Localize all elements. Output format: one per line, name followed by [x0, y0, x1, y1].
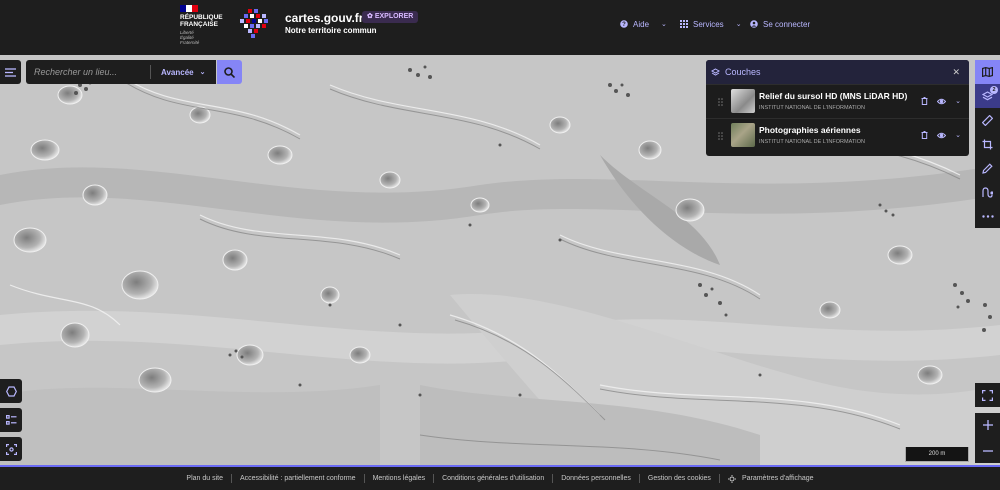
svg-text:?: ?	[622, 22, 626, 28]
layers-icon	[711, 67, 720, 76]
republic-motto: Liberté Égalité Fraternité	[180, 30, 200, 45]
layer-item[interactable]: Relief du sursol HD (MNS LiDAR HD) Insti…	[706, 84, 969, 118]
explorer-badge: ✿ EXPLORER	[362, 11, 419, 23]
map-icon	[982, 67, 993, 77]
footer-divider	[433, 474, 435, 483]
ruler-icon	[982, 114, 993, 126]
advanced-search-button[interactable]: Avancée ⌄	[161, 68, 206, 77]
right-toolbar: 2	[975, 60, 1000, 228]
territory-button[interactable]	[0, 379, 22, 403]
nav-services-button[interactable]: Services ⌄	[680, 18, 742, 30]
chevron-down-icon: ⌄	[199, 69, 206, 76]
search-bar: Avancée ⌄	[26, 60, 216, 84]
layer-actions: ⌄	[921, 131, 961, 139]
zoom-controls	[975, 413, 1000, 463]
minus-icon	[982, 450, 993, 452]
more-tools-button[interactable]	[975, 204, 1000, 228]
layers-panel: Couches ✕ Relief du sursol HD (MNS LiDAR…	[706, 60, 969, 156]
zoom-out-button[interactable]	[975, 439, 1000, 463]
user-circle-icon	[750, 20, 758, 28]
footer-display-settings[interactable]: Paramètres d'affichage	[727, 474, 814, 483]
site-title[interactable]: cartes.gouv.fr	[285, 11, 363, 25]
search-icon	[224, 66, 235, 78]
route-button[interactable]	[975, 180, 1000, 204]
eye-icon[interactable]	[937, 98, 947, 105]
cartes-gouv-logo-icon[interactable]	[238, 7, 270, 41]
layer-thumbnail	[731, 123, 755, 147]
target-frame-icon	[5, 443, 17, 455]
footer-divider	[638, 474, 640, 483]
search-input[interactable]	[26, 62, 146, 82]
chevron-down-icon[interactable]: ⌄	[955, 97, 961, 105]
eye-icon[interactable]	[937, 132, 947, 139]
hexagon-shape-icon	[5, 385, 17, 397]
footer-divider	[718, 474, 720, 483]
zoom-toolbar	[975, 383, 1000, 407]
layer-thumbnail	[731, 89, 755, 113]
list-icon	[5, 415, 16, 425]
layer-name: Photographies aériennes	[759, 125, 861, 135]
crop-button[interactable]	[975, 132, 1000, 156]
crop-icon	[982, 139, 993, 149]
drag-handle-icon[interactable]	[718, 132, 723, 140]
legend-button[interactable]	[0, 408, 22, 432]
drag-handle-icon[interactable]	[718, 98, 723, 106]
footer-link-privacy[interactable]: Données personnelles	[561, 475, 631, 482]
zoom-in-button[interactable]	[975, 413, 1000, 437]
chevron-down-icon: ⌄	[661, 21, 667, 28]
close-icon[interactable]: ✕	[952, 67, 960, 78]
footer-link-accessibility[interactable]: Accessibilité : partiellement conforme	[240, 475, 356, 482]
search-submit-button[interactable]	[217, 60, 242, 84]
layers-count-badge: 2	[990, 86, 998, 94]
search-divider	[150, 65, 151, 79]
nav-login-button[interactable]: Se connecter	[750, 18, 810, 30]
map-scale-bar: 200 m	[905, 447, 969, 462]
grid-icon	[680, 20, 688, 28]
footer-link-legal[interactable]: Mentions légales	[373, 475, 426, 482]
route-icon	[982, 186, 993, 198]
basemap-button[interactable]	[975, 60, 1000, 84]
footer-divider	[552, 474, 554, 483]
nav-help-button[interactable]: ? Aide ⌄	[620, 18, 667, 30]
layers-panel-header: Couches ✕	[706, 60, 969, 84]
footer-divider	[231, 474, 232, 483]
measure-button[interactable]	[975, 108, 1000, 132]
locate-button[interactable]	[0, 437, 22, 461]
sparkle-icon: ✿	[367, 13, 375, 20]
layer-item[interactable]: Photographies aériennes Institut nationa…	[706, 118, 969, 152]
app-root: République Française Liberté Égalité Fra…	[0, 0, 1000, 490]
layers-button[interactable]: 2	[975, 84, 1000, 108]
question-circle-icon: ?	[620, 20, 628, 28]
chevron-down-icon[interactable]: ⌄	[955, 131, 961, 139]
site-header: République Française Liberté Égalité Fra…	[0, 0, 1000, 55]
trash-icon[interactable]	[921, 97, 928, 105]
menu-icon	[5, 67, 16, 77]
fullscreen-icon	[982, 389, 993, 401]
layer-name: Relief du sursol HD (MNS LiDAR HD)	[759, 91, 908, 101]
pencil-icon	[982, 162, 993, 174]
footer-link-sitemap[interactable]: Plan du site	[186, 475, 223, 482]
republique-francaise-logo[interactable]: République Française Liberté Égalité Fra…	[180, 5, 230, 47]
layers-panel-title: Couches	[725, 67, 761, 77]
chevron-down-icon: ⌄	[735, 21, 742, 28]
site-tagline: Notre territoire commun	[285, 26, 377, 35]
site-footer: Plan du site Accessibilité : partielleme…	[0, 467, 1000, 490]
more-horizontal-icon	[981, 214, 994, 218]
layer-actions: ⌄	[921, 97, 961, 105]
display-settings-icon	[727, 474, 736, 483]
footer-link-terms[interactable]: Conditions générales d'utilisation	[442, 475, 544, 482]
trash-icon[interactable]	[921, 131, 928, 139]
plus-icon	[982, 420, 993, 430]
footer-link-cookies[interactable]: Gestion des cookies	[648, 475, 711, 482]
draw-button[interactable]	[975, 156, 1000, 180]
footer-divider	[363, 474, 365, 483]
french-flag-icon	[180, 5, 198, 12]
fullscreen-button[interactable]	[975, 383, 1000, 407]
layer-source: Institut national de l'information	[759, 105, 865, 111]
layer-source: Institut national de l'information	[759, 139, 865, 145]
map-menu-button[interactable]	[0, 60, 21, 84]
republic-name: République Française	[180, 14, 223, 28]
